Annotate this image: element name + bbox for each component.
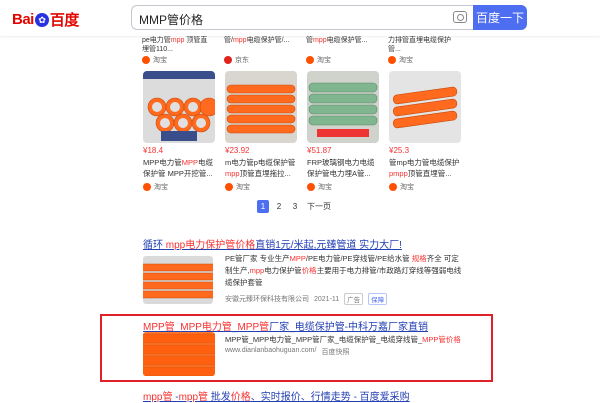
result-url[interactable]: www.dianlanbaohuguan.com/ [225,347,316,357]
paw-icon: ✿ [34,12,49,27]
next-page-button[interactable]: 下一页 [305,200,333,213]
product-title: 管/mpp电缆保护管/... [224,37,290,44]
camera-icon[interactable] [453,11,467,23]
product-image[interactable] [389,71,461,143]
product-card[interactable]: 管mpp电缆保护管... 淘宝 [306,36,378,65]
product-image[interactable] [307,71,379,143]
product-title: pe电力管mpp 顶管直埋管110... [142,37,208,53]
result-meta: 安徽元臻环保科技有限公司 2021-11 广告 保障 [225,293,388,305]
search-query-text: MMP管价格 [139,13,203,27]
product-card[interactable]: ¥25.3 管mp电力管电缆保护pmpp顶管直埋管... 淘宝 [389,71,461,192]
taobao-icon [225,183,233,191]
result-thumbnail[interactable] [143,256,213,304]
product-source: 淘宝 [306,55,378,65]
taobao-icon [306,56,314,64]
taobao-icon [142,56,150,64]
product-source: 淘宝 [225,182,297,192]
product-strip-top: pe电力管mpp 顶管直埋管110... 淘宝 管/mpp电缆保护管/... 京… [142,36,472,66]
taobao-icon [143,183,151,191]
product-title[interactable]: 管mp电力管电缆保护pmpp顶管直埋管... [389,157,461,179]
page-3-button[interactable]: 3 [289,200,301,213]
product-card[interactable]: 力排管直埋电缆保护管... 淘宝 [388,36,460,65]
product-price: ¥25.3 [389,146,410,155]
product-source: 淘宝 [142,55,214,65]
product-title[interactable]: m电力管p电缆保护管mpp顶管直埋拖拉... [225,157,297,179]
product-source: 淘宝 [143,182,215,192]
product-title: 管mpp电缆保护管... [306,37,368,44]
result-description: PE管厂家 专业生产MPP/PE电力管/PE穿线管/PE给水管 规格齐全 可定制… [225,254,462,287]
product-card[interactable]: 管/mpp电缆保护管/... 京东 [224,36,296,65]
product-card[interactable]: ¥23.92 m电力管p电缆保护管mpp顶管直埋拖拉... 淘宝 [225,71,297,192]
product-card[interactable]: pe电力管mpp 顶管直埋管110... 淘宝 [142,36,214,65]
product-price: ¥51.87 [307,146,332,155]
product-card[interactable]: ¥51.87 FRP玻璃钢电力电缆保护管电力埋A管... 淘宝 [307,71,379,192]
guarantee-badge[interactable]: 保障 [368,293,388,305]
result-title-link[interactable]: mpp管 -mpp管 批发价格、实时报价、行情走势 - 百度爱采购 [143,388,410,403]
product-source: 淘宝 [389,182,461,192]
product-source: 京东 [224,55,296,65]
taobao-icon [307,183,315,191]
taobao-icon [389,183,397,191]
result-title-link[interactable]: MPP管_MPP电力管_MPP管厂家_电缆保护管-中科万嘉厂家直销 [143,318,428,333]
page-2-button[interactable]: 2 [273,200,285,213]
product-pager: 1 2 3 下一页 [257,200,333,213]
snapshot-link[interactable]: 百度快照 [321,347,349,357]
jd-icon [224,56,232,64]
search-button[interactable]: 百度一下 [473,5,527,30]
logo-text-cn: 百度 [49,12,80,29]
product-title[interactable]: MPP电力管MPP电缆保护管 MPP开挖管... [143,157,215,179]
product-card[interactable]: ¥18.4 MPP电力管MPP电缆保护管 MPP开挖管... 淘宝 [143,71,215,192]
product-title[interactable]: FRP玻璃钢电力电缆保护管电力埋A管... [307,157,379,179]
product-image[interactable] [143,71,215,143]
product-image[interactable] [225,71,297,143]
baidu-logo[interactable]: Bai ✿ 百度 [12,9,79,30]
result-date: 2021-11 [314,295,340,303]
search-input[interactable]: MMP管价格 [131,5,473,30]
page-1-button[interactable]: 1 [257,200,269,213]
top-bar: Bai ✿ 百度 MMP管价格 百度一下 [0,0,600,36]
product-title: 力排管直埋电缆保护管... [388,37,451,53]
product-source: 淘宝 [307,182,379,192]
ad-badge: 广告 [344,293,364,305]
product-source: 淘宝 [388,55,460,65]
taobao-icon [388,56,396,64]
product-price: ¥23.92 [225,146,250,155]
company-name: 安徽元臻环保科技有限公司 [225,296,309,303]
result-thumbnail[interactable] [143,332,215,376]
product-price: ¥18.4 [143,146,164,155]
result-title-link[interactable]: 循环 mpp电力保护管价格直销1元/米起,元臻管道 实力大厂! [143,236,402,251]
logo-text-bai: Bai [12,11,34,28]
result-meta: www.dianlanbaohuguan.com/ 百度快照 [225,347,349,357]
result-description: MPP管_MPP电力管_MPP管厂家_电缆保护管_电缆穿线管_MPP管价格 [225,335,461,344]
